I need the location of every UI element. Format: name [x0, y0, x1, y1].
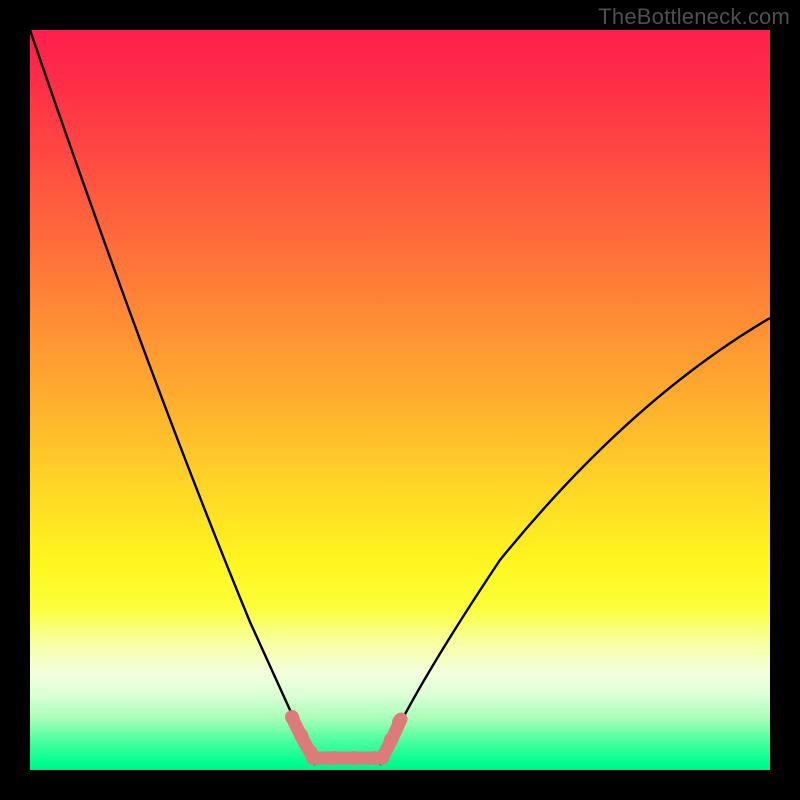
- curves-layer: [30, 30, 770, 770]
- watermark-text: TheBottleneck.com: [598, 4, 790, 30]
- plot-area: [30, 30, 770, 770]
- bottom-marker-left-solid: [292, 717, 314, 758]
- right-curve: [380, 318, 770, 765]
- chart-frame: TheBottleneck.com: [0, 0, 800, 800]
- left-curve: [30, 30, 315, 765]
